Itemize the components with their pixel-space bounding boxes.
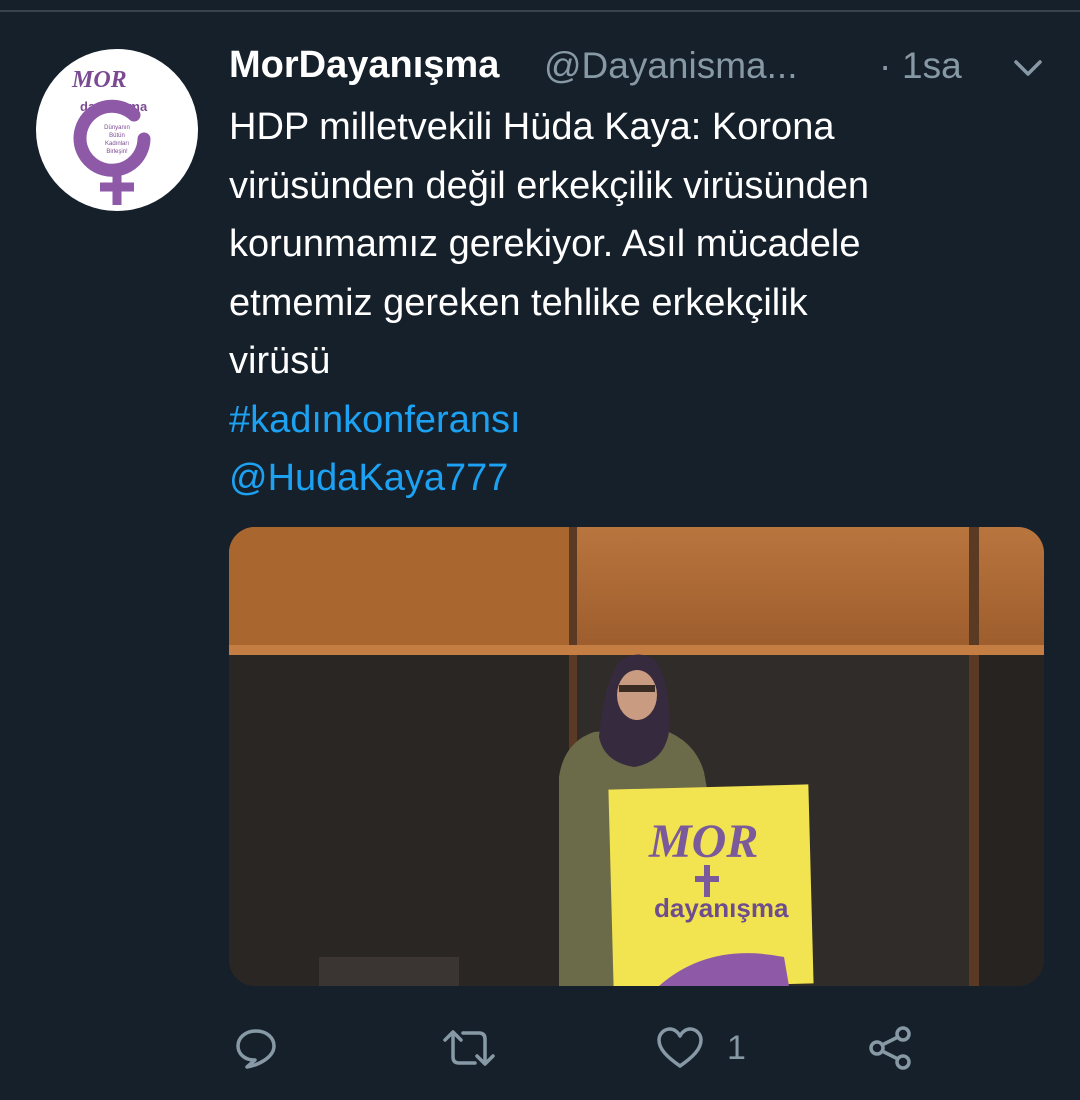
- retweet-button[interactable]: [441, 1018, 497, 1078]
- tweet-text-line: virüsünden değil erkekçilik virüsünden: [229, 164, 870, 207]
- hashtag-link[interactable]: #kadınkonferansı: [229, 391, 1029, 450]
- mor-dayanisma-logo: MOR dayanışma Dünyanın Bütün Kadınları B…: [71, 67, 151, 205]
- logo-motto-4: Birleşin!: [106, 149, 128, 155]
- tweet-text-line: etmemiz gereken tehlike erkekçilik: [229, 281, 808, 324]
- tweet-text-line: HDP milletvekili Hüda Kaya: Korona: [229, 106, 835, 148]
- reply-button[interactable]: [233, 1018, 279, 1078]
- top-divider: [0, 10, 1080, 12]
- like-count: 1: [727, 1028, 746, 1067]
- logo-motto-1: Dünyanın: [104, 125, 130, 131]
- user-handle[interactable]: @Dayanisma...: [544, 45, 797, 87]
- avatar[interactable]: MOR dayanışma Dünyanın Bütün Kadınları B…: [36, 49, 198, 211]
- banner-bottom-text: dayanışma: [654, 893, 789, 923]
- share-icon: [869, 1026, 911, 1070]
- tweet-text: HDP milletvekili Hüda Kaya: Korona virüs…: [229, 98, 1029, 508]
- like-button[interactable]: 1: [655, 1018, 746, 1078]
- reply-icon: [236, 1029, 276, 1069]
- tweet-text-line: virüsü: [229, 340, 331, 382]
- tweet-photo[interactable]: MOR dayanışma: [229, 527, 1044, 986]
- share-button[interactable]: [867, 1018, 915, 1078]
- tweet-actions: 1: [229, 1018, 1044, 1078]
- logo-top-text: MOR: [71, 67, 127, 93]
- logo-motto-3: Kadınları: [105, 141, 129, 147]
- mention-link[interactable]: @HudaKaya777: [229, 449, 1029, 508]
- tweet-header: MorDayanışma @Dayanisma... · 1sa: [229, 42, 1049, 94]
- logo-motto-2: Bütün: [109, 133, 125, 139]
- like-icon: [657, 1027, 703, 1068]
- display-name[interactable]: MorDayanışma: [229, 44, 499, 87]
- tweet-text-line: korunmamız gerekiyor. Asıl mücadele: [229, 223, 861, 265]
- banner-top-text: MOR: [648, 815, 758, 868]
- chevron-down-icon[interactable]: [1012, 56, 1044, 80]
- retweet-icon: [443, 1030, 495, 1066]
- conference-photo: MOR dayanışma: [229, 527, 1044, 986]
- tweet-time[interactable]: 1sa: [902, 45, 962, 87]
- separator-dot: ·: [879, 45, 892, 86]
